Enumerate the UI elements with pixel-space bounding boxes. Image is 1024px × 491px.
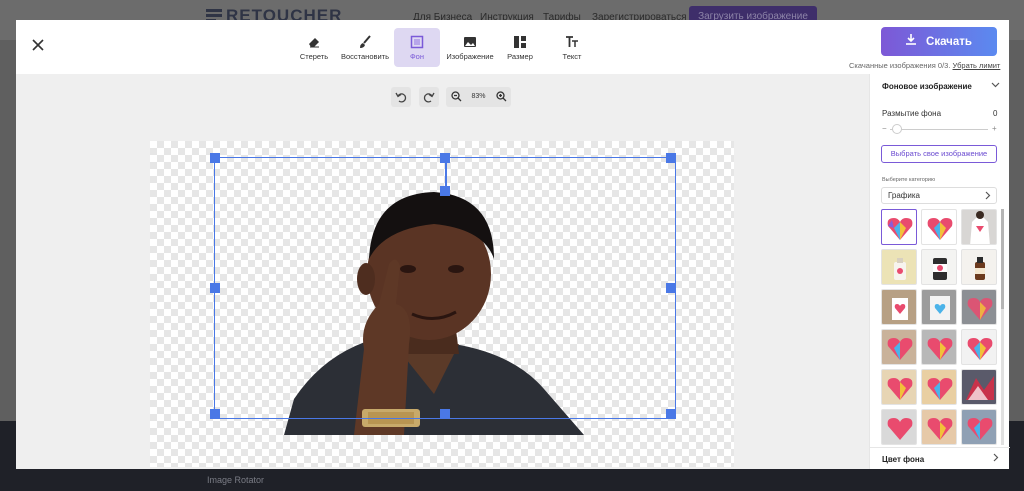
resize-handle-bottom-right[interactable] xyxy=(666,409,676,419)
thumbnail[interactable] xyxy=(881,409,917,445)
brush-icon xyxy=(360,35,371,48)
thumbnail[interactable] xyxy=(961,329,997,365)
zoom-level: 83% xyxy=(471,93,486,100)
choose-own-image-button[interactable]: Выбрать свое изображение xyxy=(881,145,997,163)
thumbnail[interactable] xyxy=(881,329,917,365)
text-icon xyxy=(566,36,578,47)
thumbnail[interactable] xyxy=(961,209,997,245)
tool-label: Текст xyxy=(562,52,582,61)
thumbnail[interactable] xyxy=(881,209,917,245)
thumbnail[interactable] xyxy=(921,289,957,325)
tool-label: Фон xyxy=(409,52,424,61)
tool-image[interactable]: Изображение xyxy=(444,28,496,67)
chevron-down-icon[interactable] xyxy=(991,80,1000,91)
resize-handle-top-left[interactable] xyxy=(210,153,220,163)
download-label: Скачать xyxy=(926,36,972,48)
category-select[interactable]: Графика xyxy=(881,187,997,204)
thumbnail[interactable] xyxy=(921,209,957,245)
rotate-handle[interactable] xyxy=(440,186,450,196)
background-thumbnails xyxy=(881,209,998,445)
category-label: Выберите категорию xyxy=(882,177,936,183)
resize-handle-top[interactable] xyxy=(440,153,450,163)
blur-label: Размытие фона xyxy=(882,109,942,118)
tool-label: Стереть xyxy=(299,52,329,61)
thumbnail[interactable] xyxy=(961,289,997,325)
resize-handle-left[interactable] xyxy=(210,283,220,293)
background-icon xyxy=(410,35,424,49)
thumbnail[interactable] xyxy=(961,409,997,445)
undo-icon[interactable] xyxy=(391,87,411,107)
background-color-section[interactable]: Цвет фона xyxy=(870,447,1010,469)
background-color-label: Цвет фона xyxy=(882,455,925,464)
thumbnail[interactable] xyxy=(921,409,957,445)
image-icon xyxy=(464,37,476,47)
blur-slider[interactable] xyxy=(890,129,988,130)
zoom-control: 83% xyxy=(446,87,511,107)
resize-handle-bottom-left[interactable] xyxy=(210,409,220,419)
zoom-in-icon[interactable] xyxy=(492,87,510,107)
eraser-icon xyxy=(309,38,319,48)
thumbnail[interactable] xyxy=(921,329,957,365)
category-value: Графика xyxy=(888,191,920,200)
canvas-workspace: 83% xyxy=(16,74,869,469)
slider-plus: + xyxy=(992,124,997,133)
section-title[interactable]: Фоновое изображение xyxy=(882,82,972,91)
selection-box[interactable] xyxy=(210,153,676,419)
thumbnail[interactable] xyxy=(881,289,917,325)
thumbnail[interactable] xyxy=(961,249,997,285)
tool-label: Восстановить xyxy=(340,52,390,61)
editor-toolbar: Стереть Восстановить Фон Изображение Раз… xyxy=(16,20,1009,74)
download-icon xyxy=(906,27,917,56)
thumbnail[interactable] xyxy=(881,249,917,285)
downloads-note: Скачанные изображения 0/3. xyxy=(849,61,951,70)
thumbnail[interactable] xyxy=(881,369,917,405)
background-panel: Фоновое изображение Размытие фона 0 − + … xyxy=(869,74,1010,469)
resize-handle-right[interactable] xyxy=(666,283,676,293)
zoom-out-icon[interactable] xyxy=(447,87,465,107)
slider-minus: − xyxy=(882,124,887,133)
resize-handle-top-right[interactable] xyxy=(666,153,676,163)
tool-erase[interactable]: Стереть xyxy=(292,28,336,67)
resize-handle-bottom[interactable] xyxy=(440,409,450,419)
tool-background[interactable]: Фон xyxy=(394,28,440,67)
close-icon[interactable] xyxy=(30,39,46,55)
remove-limit-link[interactable]: Убрать лимит xyxy=(953,61,1001,70)
tool-label: Размер xyxy=(507,52,533,61)
thumbnail[interactable] xyxy=(961,369,997,405)
tool-label: Изображение xyxy=(446,52,494,61)
blur-value: 0 xyxy=(993,109,998,118)
scrollbar-thumb[interactable] xyxy=(1001,209,1004,309)
editor-modal: Стереть Восстановить Фон Изображение Раз… xyxy=(16,20,1010,469)
chevron-right-icon xyxy=(992,453,999,464)
tool-size[interactable]: Размер xyxy=(500,28,540,67)
chevron-right-icon xyxy=(984,188,991,205)
tool-restore[interactable]: Восстановить xyxy=(340,28,390,67)
blur-slider-handle[interactable] xyxy=(892,124,902,134)
downloads-counter: Скачанные изображения 0/3. Убрать лимит xyxy=(849,61,1000,70)
redo-icon[interactable] xyxy=(419,87,439,107)
thumbnail[interactable] xyxy=(921,249,957,285)
tool-text[interactable]: Текст xyxy=(550,28,594,67)
layout-icon xyxy=(514,36,526,48)
thumbnail[interactable] xyxy=(921,369,957,405)
download-button[interactable]: Скачать xyxy=(881,27,997,56)
footer-link-image-rotator[interactable]: Image Rotator xyxy=(207,475,264,485)
